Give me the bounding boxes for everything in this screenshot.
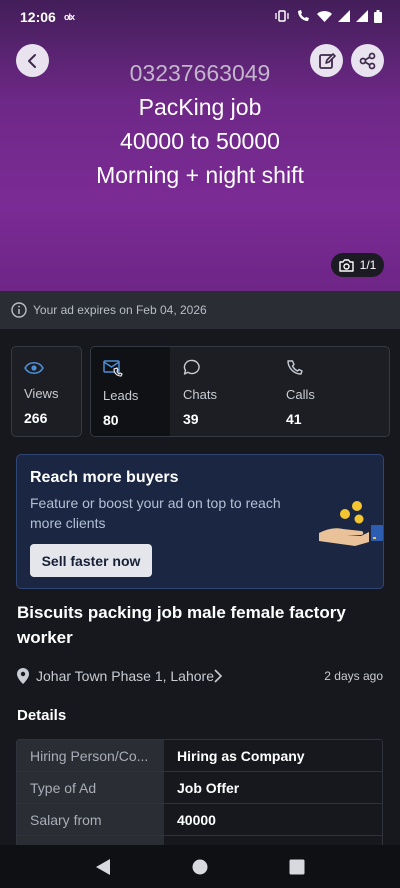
table-row: Salary from 40000: [17, 804, 382, 836]
hero-salary-line: 40000 to 50000: [120, 128, 280, 154]
posted-time: 2 days ago: [324, 669, 383, 683]
detail-key: Salary from: [17, 804, 164, 835]
photo-counter-badge[interactable]: 1/1: [331, 253, 384, 277]
chats-stat[interactable]: Chats 39: [183, 359, 217, 427]
eye-icon: [24, 361, 44, 375]
calls-value: 41: [286, 411, 302, 427]
wifi-icon: [317, 11, 332, 22]
phone-icon: [287, 360, 303, 375]
detail-value: Job Offer: [164, 772, 382, 803]
camera-icon: [338, 258, 354, 272]
leads-value: 80: [103, 412, 119, 428]
leads-stat-cell[interactable]: Leads 80: [91, 347, 170, 436]
nav-recents-icon[interactable]: [289, 859, 305, 875]
system-nav-bar: [0, 845, 400, 888]
promo-title: Reach more buyers: [30, 469, 179, 486]
info-icon: [11, 302, 27, 318]
status-bar: 12:06 olx: [0, 0, 400, 34]
detail-key: Hiring Person/Co...: [17, 740, 164, 771]
table-row: Hiring Person/Co... Hiring as Company: [17, 740, 382, 772]
location-row[interactable]: Johar Town Phase 1, Lahore 2 days ago: [17, 666, 383, 686]
chats-label: Chats: [183, 387, 217, 402]
views-label: Views: [24, 386, 59, 401]
signal-icon-2: [356, 10, 368, 22]
details-heading: Details: [17, 707, 67, 724]
table-row: Type of Ad Job Offer: [17, 772, 382, 804]
nav-home-icon[interactable]: [192, 859, 208, 875]
ad-image-hero[interactable]: 12:06 olx 03237663049 PacKing job 40000 …: [0, 0, 400, 291]
hero-phone-line: 03237663049: [129, 60, 271, 86]
views-stat-card[interactable]: Views 266: [11, 346, 82, 437]
hero-shift-line: Morning + night shift: [96, 162, 304, 188]
calls-stat[interactable]: Calls 41: [286, 359, 315, 427]
status-time: 12:06: [20, 9, 56, 25]
detail-value: Hiring as Company: [164, 740, 382, 771]
envelope-phone-icon: [103, 360, 123, 377]
battery-icon: [374, 9, 382, 23]
expiry-notice: Your ad expires on Feb 04, 2026: [0, 291, 400, 329]
detail-value: 40000: [164, 804, 382, 835]
location-text: Johar Town Phase 1, Lahore: [36, 668, 214, 684]
promo-subtitle: Feature or boost your ad on top to reach…: [30, 495, 281, 531]
sell-faster-button[interactable]: Sell faster now: [30, 544, 152, 577]
ad-image-text: 03237663049 PacKing job 40000 to 50000 M…: [0, 56, 400, 192]
nav-back-icon[interactable]: [95, 858, 111, 876]
views-value: 266: [24, 410, 48, 426]
chats-value: 39: [183, 411, 199, 427]
wifi-call-icon: [298, 10, 309, 21]
leads-label: Leads: [103, 388, 139, 403]
listing-title: Biscuits packing job male female factory…: [17, 603, 346, 647]
coins-hand-illustration: [319, 501, 383, 546]
promo-banner: Reach more buyers Feature or boost your …: [16, 454, 384, 589]
photo-counter-text: 1/1: [359, 258, 377, 272]
leads-stat: Leads 80: [103, 359, 138, 428]
signal-icon-1: [338, 10, 350, 22]
system-status-icons: [275, 9, 382, 23]
detail-key: Type of Ad: [17, 772, 164, 803]
expiry-text: Your ad expires on Feb 04, 2026: [33, 303, 207, 317]
location-pin-icon: [17, 668, 29, 684]
olx-notification-icon: olx: [64, 12, 75, 22]
hero-job-line: PacKing job: [138, 94, 262, 120]
vibrate-icon: [275, 10, 289, 22]
engagement-stats-card: Leads 80 Chats 39 Calls 41: [90, 346, 390, 437]
chevron-right-icon: [214, 669, 223, 683]
calls-label: Calls: [286, 387, 315, 402]
chat-bubble-icon: [183, 359, 200, 375]
views-stat: Views 266: [24, 361, 58, 426]
